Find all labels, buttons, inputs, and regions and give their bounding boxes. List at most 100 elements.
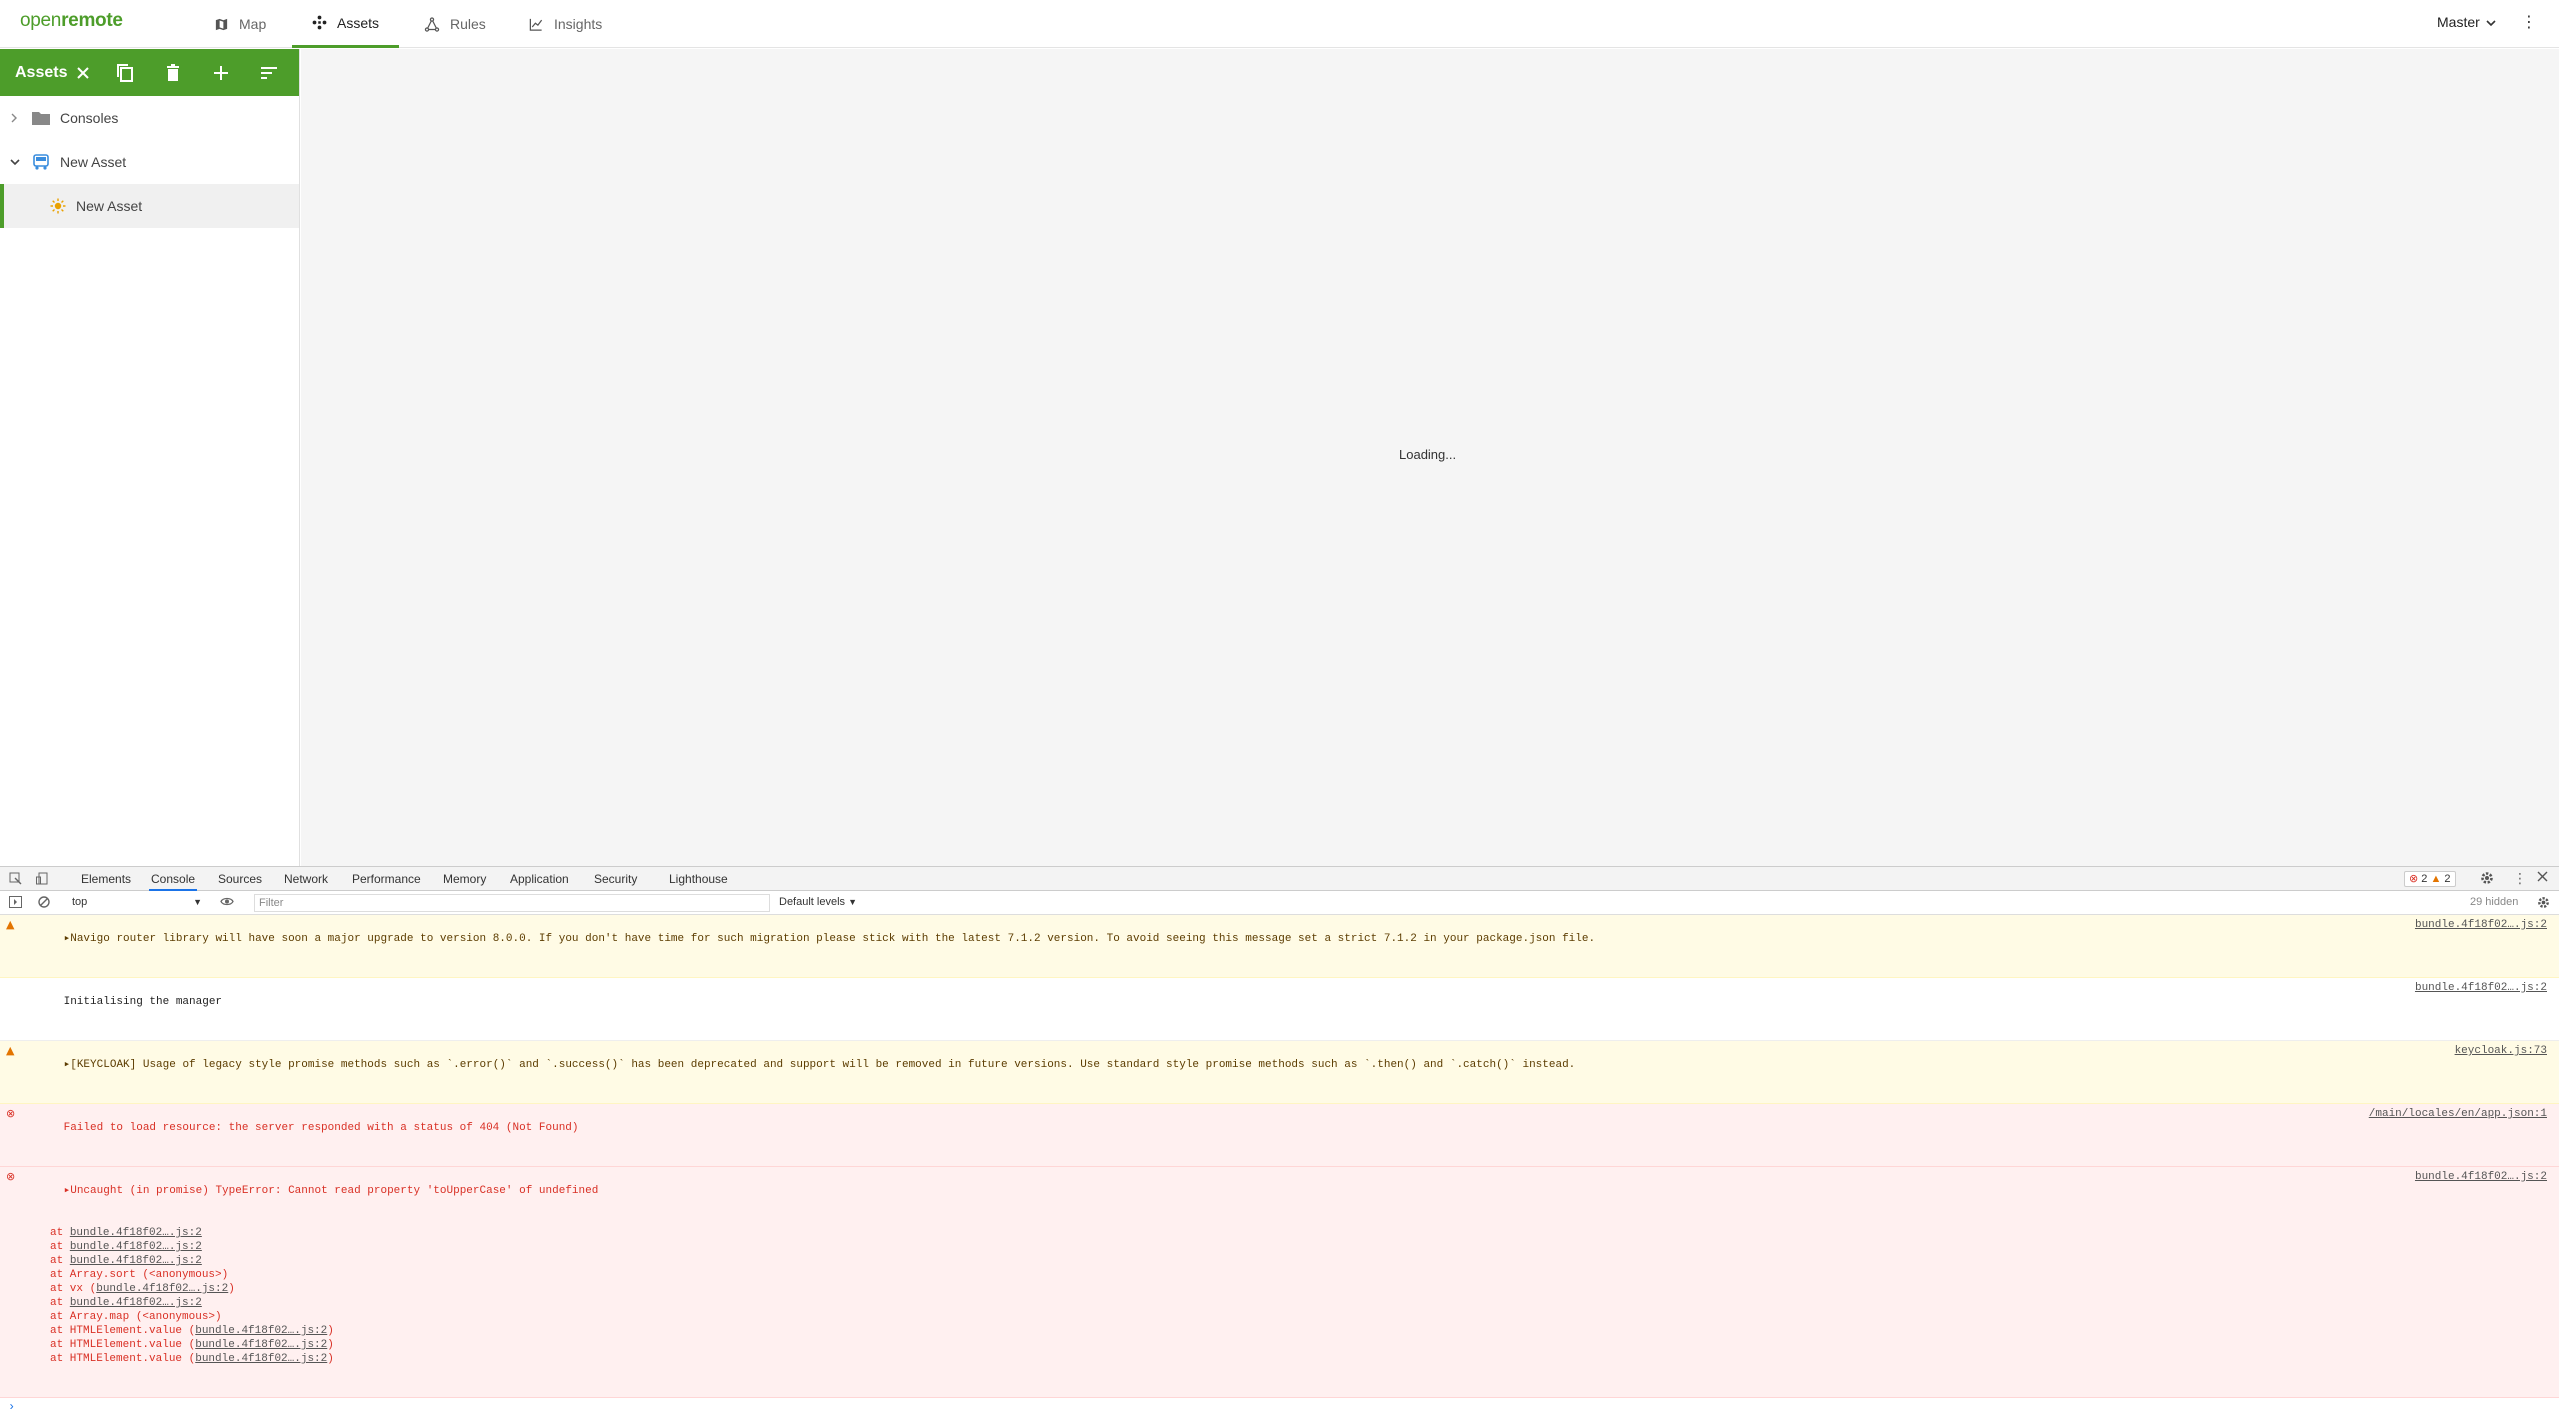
stack-frame-text: at HTMLElement.value (: [50, 1339, 196, 1351]
devtools-tab-application[interactable]: Application: [508, 867, 571, 891]
stack-frame-text: at: [50, 1241, 70, 1253]
stack-frame: at HTMLElement.value (bundle.4f18f02….js…: [24, 1352, 2559, 1366]
console-settings-icon[interactable]: [2537, 896, 2550, 912]
stack-frame: at bundle.4f18f02….js:2: [24, 1226, 2559, 1240]
nav-tab-map[interactable]: Map: [194, 0, 286, 48]
stack-frame: at bundle.4f18f02….js:2: [24, 1254, 2559, 1268]
console-prompt[interactable]: ›: [0, 1398, 2559, 1416]
tree-item-new-asset-parent[interactable]: New Asset: [0, 140, 299, 184]
logo-text-open: open: [20, 10, 62, 31]
openremote-logo[interactable]: openremote: [20, 10, 123, 32]
dropdown-arrow-icon: ▼: [848, 897, 858, 907]
trash-icon: [167, 63, 179, 81]
device-toolbar-icon[interactable]: [36, 872, 48, 888]
assets-icon: [312, 15, 327, 30]
stack-frame-link[interactable]: bundle.4f18f02….js:2: [70, 1255, 202, 1267]
console-source-link[interactable]: keycloak.js:73: [2455, 1044, 2547, 1058]
clear-console-icon[interactable]: [38, 896, 50, 911]
console-message-text: Navigo router library will have soon a m…: [70, 933, 1596, 945]
copy-icon: [117, 63, 133, 82]
context-select[interactable]: top ▼: [66, 894, 206, 911]
tree-item-new-asset-child[interactable]: New Asset: [0, 184, 299, 228]
devtools-tab-performance[interactable]: Performance: [350, 867, 423, 891]
console-message-error[interactable]: ⊗ ▸Uncaught (in promise) TypeError: Canno…: [0, 1167, 2559, 1398]
deselect-button[interactable]: [65, 49, 101, 96]
add-asset-button[interactable]: [197, 49, 245, 96]
nav-tab-assets-label: Assets: [337, 14, 380, 31]
stack-frame: at bundle.4f18f02….js:2: [24, 1296, 2559, 1310]
sun-icon: [50, 198, 66, 214]
close-icon: [77, 66, 89, 79]
issue-counter[interactable]: ⊗ 2 ▲ 2: [2404, 871, 2456, 887]
console-source-link[interactable]: bundle.4f18f02….js:2: [2415, 981, 2547, 995]
stack-frame-link[interactable]: bundle.4f18f02….js:2: [70, 1227, 202, 1239]
stack-frame-suffix: ): [327, 1339, 334, 1351]
devtools-tab-console[interactable]: Console: [149, 867, 198, 891]
warning-icon: ▲: [6, 1044, 15, 1057]
rules-icon: [424, 16, 440, 32]
devtools-tab-network[interactable]: Network: [282, 867, 330, 891]
console-toolbar: top ▼ Default levels ▼ 29 hidden: [0, 891, 2559, 915]
nav-tab-rules[interactable]: Rules: [404, 0, 506, 48]
stack-frame-link[interactable]: bundle.4f18f02….js:2: [96, 1283, 228, 1295]
console-message-warning[interactable]: ▲ ▸Navigo router library will have soon a…: [0, 915, 2559, 978]
nav-tab-insights-label: Insights: [554, 16, 603, 32]
chevron-down-icon[interactable]: [10, 158, 24, 166]
console-message-info[interactable]: Initialising the manager bundle.4f18f02……: [0, 978, 2559, 1041]
devtools-tab-security[interactable]: Security: [592, 867, 639, 891]
stack-frame-link[interactable]: bundle.4f18f02….js:2: [195, 1325, 327, 1337]
stack-frame-link[interactable]: bundle.4f18f02….js:2: [195, 1339, 327, 1351]
settings-gear-icon[interactable]: [2480, 871, 2494, 888]
stack-frame-link[interactable]: bundle.4f18f02….js:2: [70, 1297, 202, 1309]
tree-item-consoles[interactable]: Consoles: [0, 96, 299, 140]
chevron-down-icon: [2486, 14, 2496, 30]
console-source-link[interactable]: bundle.4f18f02….js:2: [2415, 1170, 2547, 1184]
nav-tab-assets[interactable]: Assets: [292, 0, 399, 48]
insights-icon: [528, 17, 544, 32]
stack-frame: at Array.sort (<anonymous>): [24, 1268, 2559, 1282]
console-filter-input[interactable]: [254, 894, 770, 912]
logo-text-remote: remote: [61, 10, 123, 31]
log-levels-select[interactable]: Default levels ▼: [779, 896, 857, 908]
stack-frame-link[interactable]: bundle.4f18f02….js:2: [195, 1353, 327, 1365]
devtools-tab-lighthouse[interactable]: Lighthouse: [667, 867, 730, 891]
sort-icon: [261, 66, 277, 79]
warning-count: 2: [2444, 873, 2451, 885]
copy-asset-button[interactable]: [101, 49, 149, 96]
console-message-error[interactable]: ⊗ Failed to load resource: the server res…: [0, 1104, 2559, 1167]
sidebar-toggle-icon[interactable]: [9, 896, 22, 911]
error-count: 2: [2421, 873, 2428, 885]
sort-button[interactable]: [245, 49, 293, 96]
realm-selector[interactable]: Master: [2437, 14, 2496, 30]
close-devtools-icon[interactable]: [2537, 871, 2548, 885]
eye-icon[interactable]: [220, 896, 234, 910]
nav-tab-insights[interactable]: Insights: [508, 0, 622, 48]
more-menu-icon[interactable]: ⋮: [2521, 12, 2537, 32]
error-icon: ⊗: [6, 1107, 16, 1120]
dropdown-arrow-icon: ▼: [193, 897, 202, 907]
devtools-tab-elements[interactable]: Elements: [79, 867, 133, 891]
inspect-element-icon[interactable]: [9, 872, 22, 888]
devtools-more-icon[interactable]: ⋮: [2513, 870, 2527, 887]
tree-item-label: New Asset: [76, 198, 143, 214]
console-message-warning[interactable]: ▲ ▸[KEYCLOAK] Usage of legacy style promi…: [0, 1041, 2559, 1104]
log-levels-label: Default levels: [779, 896, 846, 908]
chevron-right-icon[interactable]: [10, 113, 24, 123]
nav-tab-map-label: Map: [239, 16, 267, 32]
stack-frame: at HTMLElement.value (bundle.4f18f02….js…: [24, 1338, 2559, 1352]
error-icon: ⊗: [2409, 873, 2419, 885]
console-source-link[interactable]: bundle.4f18f02….js:2: [2415, 918, 2547, 932]
loading-text: Loading...: [1399, 447, 1457, 462]
devtools-tab-memory[interactable]: Memory: [441, 867, 488, 891]
console-source-link[interactable]: /main/locales/en/app.json:1: [2369, 1107, 2547, 1121]
console-message-text: Uncaught (in promise) TypeError: Cannot …: [70, 1185, 599, 1197]
hidden-messages-count: 29 hidden: [2470, 896, 2519, 908]
stack-frame-text: at HTMLElement.value (: [50, 1353, 196, 1365]
vehicle-icon: [32, 154, 50, 170]
error-icon: ⊗: [6, 1170, 16, 1183]
stack-frame: at HTMLElement.value (bundle.4f18f02….js…: [24, 1324, 2559, 1338]
delete-asset-button[interactable]: [149, 49, 197, 96]
expand-triangle-icon[interactable]: ▸: [64, 1185, 71, 1197]
stack-frame-link[interactable]: bundle.4f18f02….js:2: [70, 1241, 202, 1253]
devtools-tab-sources[interactable]: Sources: [216, 867, 264, 891]
